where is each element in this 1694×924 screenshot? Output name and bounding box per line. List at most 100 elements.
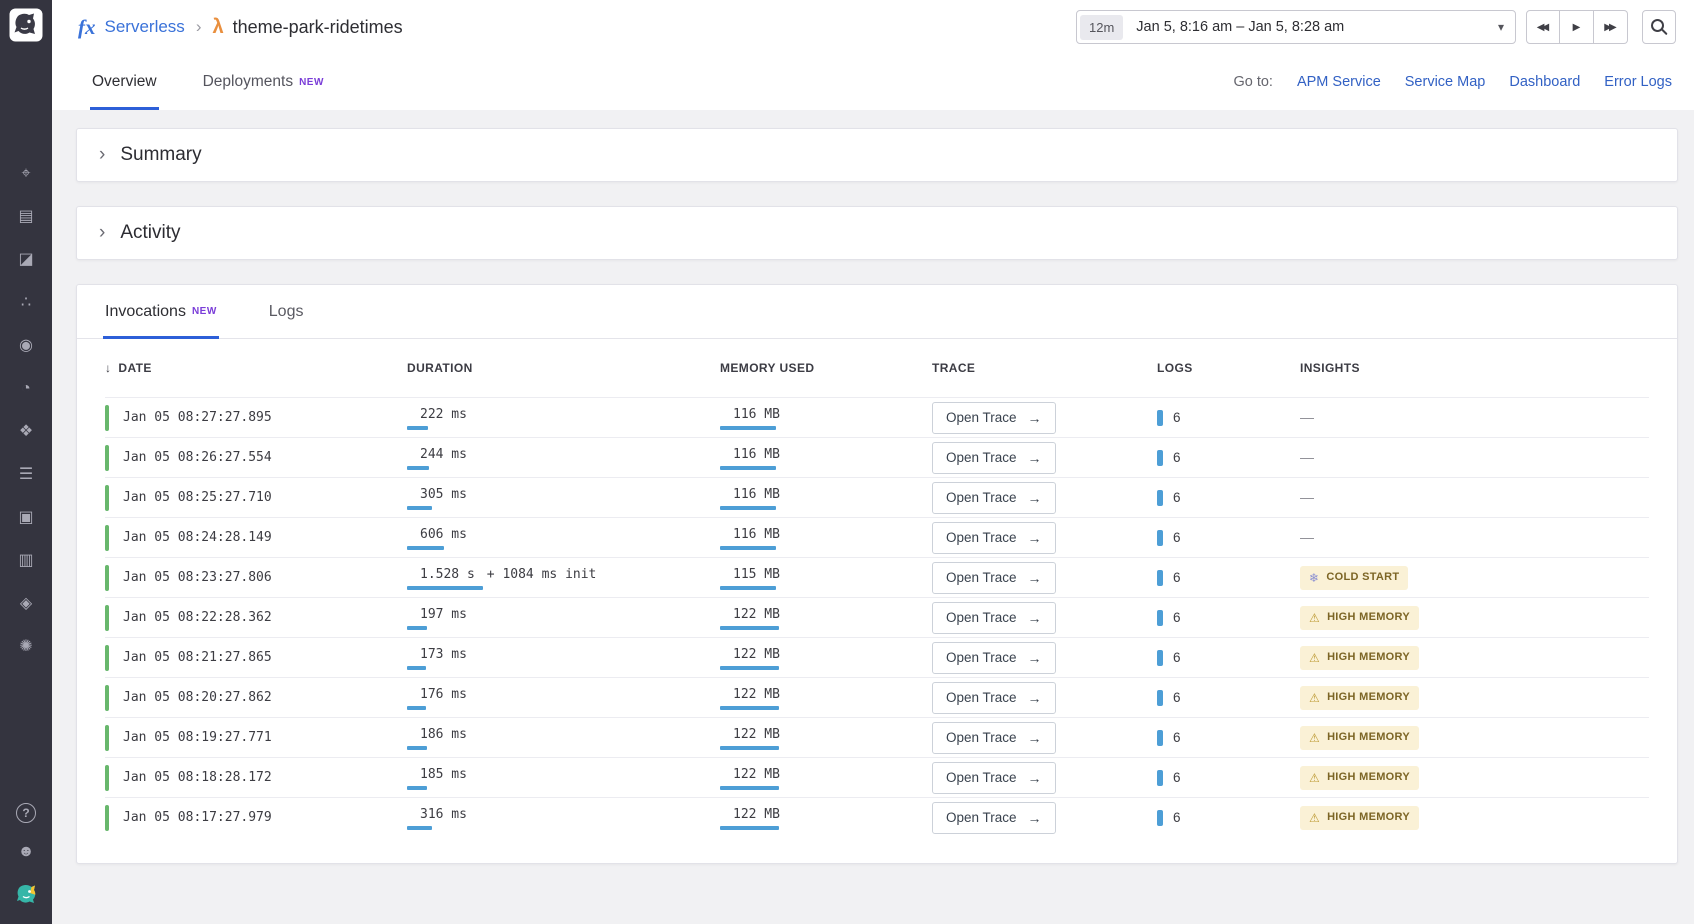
- memory-value: 122 MB: [733, 607, 780, 622]
- table-row[interactable]: Jan 05 08:19:27.771 186 ms 122 MB Open T…: [105, 717, 1649, 757]
- logs-count-cell[interactable]: 6: [1157, 450, 1300, 466]
- memory-metric: 116 MB: [720, 405, 780, 430]
- insights-cell: —: [1300, 529, 1649, 547]
- datadog-logo-icon[interactable]: [9, 8, 43, 42]
- duration-cell: 222 ms: [407, 405, 720, 430]
- tab-invocations[interactable]: Invocations NEW: [105, 285, 217, 338]
- goto-link-apm-service[interactable]: APM Service: [1297, 74, 1381, 90]
- skip-back-icon: ◀◀: [1537, 22, 1549, 33]
- logs-count-cell[interactable]: 6: [1157, 690, 1300, 706]
- logs-count-cell[interactable]: 6: [1157, 650, 1300, 666]
- insight-badge: —: [1300, 490, 1314, 504]
- watchdog-icon[interactable]: ⌖: [14, 162, 38, 186]
- goto-link-dashboard[interactable]: Dashboard: [1509, 74, 1580, 90]
- goto-link-error-logs[interactable]: Error Logs: [1604, 74, 1672, 90]
- table-row[interactable]: Jan 05 08:22:28.362 197 ms 122 MB Open T…: [105, 597, 1649, 637]
- invocations-table-body: Jan 05 08:27:27.895 222 ms 116 MB Open T…: [105, 397, 1649, 837]
- synthetics-icon[interactable]: ✺: [14, 635, 38, 659]
- log-icon: [1157, 450, 1163, 466]
- open-trace-button[interactable]: Open Trace →: [932, 522, 1056, 554]
- metrics-icon[interactable]: ◪: [14, 248, 38, 272]
- logs-count-cell[interactable]: 6: [1157, 490, 1300, 506]
- summary-section-toggle[interactable]: › Summary: [76, 128, 1678, 182]
- duration-metric: 185 ms: [407, 765, 467, 790]
- column-header-duration[interactable]: DURATION: [407, 361, 720, 375]
- monitors-icon[interactable]: ◉: [14, 334, 38, 358]
- insight-badge: —: [1300, 530, 1314, 544]
- open-trace-button[interactable]: Open Trace →: [932, 442, 1056, 474]
- memory-metric: 116 MB: [720, 445, 780, 470]
- play-button[interactable]: ▶: [1560, 10, 1594, 44]
- log-count: 6: [1173, 690, 1181, 705]
- open-trace-button[interactable]: Open Trace →: [932, 722, 1056, 754]
- table-row[interactable]: Jan 05 08:23:27.806 1.528 s+ 1084 ms ini…: [105, 557, 1649, 597]
- security-icon[interactable]: ◈: [14, 592, 38, 616]
- table-row[interactable]: Jan 05 08:24:28.149 606 ms 116 MB Open T…: [105, 517, 1649, 557]
- apm-icon[interactable]: ◔: [14, 377, 38, 401]
- log-count: 6: [1173, 490, 1181, 505]
- processes-icon[interactable]: ∴: [14, 291, 38, 315]
- duration-value: 176 ms: [420, 687, 467, 702]
- logs-count-cell[interactable]: 6: [1157, 610, 1300, 626]
- log-pipelines-icon[interactable]: ☰: [14, 463, 38, 487]
- logs-count-cell[interactable]: 6: [1157, 410, 1300, 426]
- table-row[interactable]: Jan 05 08:20:27.862 176 ms 122 MB Open T…: [105, 677, 1649, 717]
- open-trace-button[interactable]: Open Trace →: [932, 402, 1056, 434]
- duration-cell: 606 ms: [407, 525, 720, 550]
- open-trace-button[interactable]: Open Trace →: [932, 642, 1056, 674]
- open-trace-button[interactable]: Open Trace →: [932, 562, 1056, 594]
- invocations-card: Invocations NEW Logs ↓DATE DURATION MEMO…: [76, 284, 1678, 864]
- duration-bar: [407, 626, 427, 630]
- help-icon[interactable]: ?: [16, 803, 36, 823]
- table-row[interactable]: Jan 05 08:27:27.895 222 ms 116 MB Open T…: [105, 397, 1649, 437]
- open-trace-button[interactable]: Open Trace →: [932, 602, 1056, 634]
- breadcrumb-serverless-link[interactable]: Serverless: [105, 17, 185, 37]
- table-row[interactable]: Jan 05 08:21:27.865 173 ms 122 MB Open T…: [105, 637, 1649, 677]
- memory-bar: [720, 706, 779, 710]
- logs-count-cell[interactable]: 6: [1157, 730, 1300, 746]
- tab-overview[interactable]: Overview: [92, 54, 157, 110]
- open-trace-label: Open Trace: [946, 610, 1017, 625]
- integrations-icon[interactable]: ❖: [14, 420, 38, 444]
- table-row[interactable]: Jan 05 08:25:27.710 305 ms 116 MB Open T…: [105, 477, 1649, 517]
- invocation-date-cell: Jan 05 08:25:27.710: [105, 485, 407, 511]
- logs-count-cell[interactable]: 6: [1157, 810, 1300, 826]
- open-trace-button[interactable]: Open Trace →: [932, 762, 1056, 794]
- memory-cell: 115 MB: [720, 565, 932, 590]
- log-explorer-icon[interactable]: ▥: [14, 549, 38, 573]
- table-row[interactable]: Jan 05 08:17:27.979 316 ms 122 MB Open T…: [105, 797, 1649, 837]
- skip-back-button[interactable]: ◀◀: [1526, 10, 1560, 44]
- insights-cell: ⚠ HIGH MEMORY: [1300, 686, 1649, 710]
- log-count: 6: [1173, 530, 1181, 545]
- table-row[interactable]: Jan 05 08:26:27.554 244 ms 116 MB Open T…: [105, 437, 1649, 477]
- status-ok-bar: [105, 725, 109, 751]
- trace-cell: Open Trace →: [932, 722, 1157, 754]
- logs-count-cell[interactable]: 6: [1157, 770, 1300, 786]
- datadog-bits-icon[interactable]: [14, 881, 38, 910]
- tab-logs[interactable]: Logs: [269, 285, 304, 338]
- logs-count-cell[interactable]: 6: [1157, 570, 1300, 586]
- insights-cell: —: [1300, 449, 1649, 467]
- zoom-button[interactable]: [1642, 10, 1676, 44]
- log-count: 6: [1173, 410, 1181, 425]
- column-header-date[interactable]: ↓DATE: [105, 361, 407, 375]
- memory-metric: 122 MB: [720, 805, 780, 830]
- logs-count-cell[interactable]: 6: [1157, 530, 1300, 546]
- open-trace-button[interactable]: Open Trace →: [932, 482, 1056, 514]
- goto-link-service-map[interactable]: Service Map: [1405, 74, 1486, 90]
- activity-section-toggle[interactable]: › Activity: [76, 206, 1678, 260]
- tab-deployments[interactable]: Deployments NEW: [203, 54, 324, 110]
- notebooks-icon[interactable]: ▣: [14, 506, 38, 530]
- open-trace-button[interactable]: Open Trace →: [932, 682, 1056, 714]
- duration-cell: 186 ms: [407, 725, 720, 750]
- memory-value: 122 MB: [733, 647, 780, 662]
- open-trace-button[interactable]: Open Trace →: [932, 802, 1056, 834]
- skip-forward-button[interactable]: ▶▶: [1594, 10, 1628, 44]
- table-row[interactable]: Jan 05 08:18:28.172 185 ms 122 MB Open T…: [105, 757, 1649, 797]
- organization-icon[interactable]: ☻: [18, 843, 35, 861]
- status-ok-bar: [105, 765, 109, 791]
- log-icon: [1157, 490, 1163, 506]
- events-icon[interactable]: ▤: [14, 205, 38, 229]
- column-header-memory[interactable]: MEMORY USED: [720, 361, 932, 375]
- time-range-selector[interactable]: 12m Jan 5, 8:16 am – Jan 5, 8:28 am ▾: [1076, 10, 1516, 44]
